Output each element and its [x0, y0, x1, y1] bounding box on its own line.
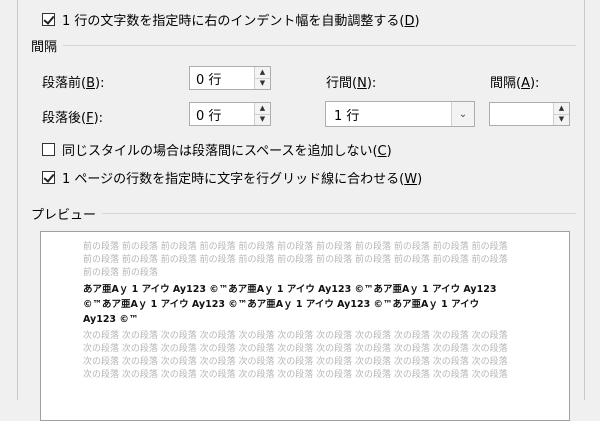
no-space-same-style-option[interactable]: 同じスタイルの場合は段落間にスペースを追加しない(C) — [42, 140, 392, 159]
preview-sample-paragraph: あア亜Aｙ 1 アイウ Ay123 ©™あア亜Aｙ 1 アイウ Ay123 ©™… — [83, 284, 497, 325]
space-before-value[interactable]: 0 行 — [190, 69, 254, 88]
line-spacing-dropdown[interactable]: 1 行 ⌄ — [325, 101, 475, 127]
snap-to-grid-checkbox[interactable] — [42, 171, 55, 184]
chevron-down-icon[interactable]: ⌄ — [451, 102, 474, 126]
dialog-frame-left — [0, 0, 18, 400]
spin-down-icon[interactable]: ▼ — [255, 77, 270, 89]
snap-to-grid-label: 1 ページの行数を指定時に文字を行グリッド線に合わせる(W) — [62, 172, 423, 187]
at-spinner[interactable]: ▲ ▼ — [489, 102, 570, 126]
section-divider — [102, 213, 576, 214]
space-before-spinner[interactable]: 0 行 ▲ ▼ — [189, 66, 271, 90]
snap-to-grid-option[interactable]: 1 ページの行数を指定時に文字を行グリッド線に合わせる(W) — [42, 168, 422, 187]
space-after-value[interactable]: 0 行 — [190, 105, 254, 124]
preview-section-title: プレビュー — [31, 208, 97, 223]
space-after-spinner[interactable]: 0 行 ▲ ▼ — [189, 102, 271, 126]
spin-down-icon[interactable]: ▼ — [554, 113, 569, 125]
spin-up-icon[interactable]: ▲ — [255, 103, 270, 114]
spacing-section: 間隔 — [31, 36, 576, 55]
preview-pane: 前の段落 前の段落 前の段落 前の段落 前の段落 前の段落 前の段落 前の段落 … — [40, 231, 570, 421]
auto-indent-option[interactable]: 1 行の文字数を指定時に右のインデント幅を自動調整する(D) — [42, 10, 420, 29]
spin-down-icon[interactable]: ▼ — [255, 113, 270, 125]
at-label: 間隔(A): — [490, 76, 540, 91]
spin-up-icon[interactable]: ▲ — [554, 103, 569, 114]
preview-previous-paragraph: 前の段落 前の段落 前の段落 前の段落 前の段落 前の段落 前の段落 前の段落 … — [83, 242, 508, 278]
dialog-frame-right — [584, 0, 600, 400]
no-space-same-style-label: 同じスタイルの場合は段落間にスペースを追加しない(C) — [62, 144, 392, 159]
space-after-label: 段落後(F): — [42, 111, 104, 126]
section-divider — [63, 45, 576, 46]
no-space-same-style-checkbox[interactable] — [42, 143, 55, 156]
auto-indent-label: 1 行の文字数を指定時に右のインデント幅を自動調整する(D) — [62, 14, 420, 29]
auto-indent-checkbox[interactable] — [42, 13, 55, 26]
line-spacing-label: 行間(N): — [326, 76, 377, 91]
line-spacing-value[interactable]: 1 行 — [326, 105, 451, 124]
preview-next-paragraph: 次の段落 次の段落 次の段落 次の段落 次の段落 次の段落 次の段落 次の段落 … — [83, 331, 508, 380]
spacing-section-title: 間隔 — [31, 40, 58, 55]
spin-up-icon[interactable]: ▲ — [255, 67, 270, 78]
space-before-label: 段落前(B): — [42, 76, 105, 91]
preview-section: プレビュー — [31, 204, 576, 223]
